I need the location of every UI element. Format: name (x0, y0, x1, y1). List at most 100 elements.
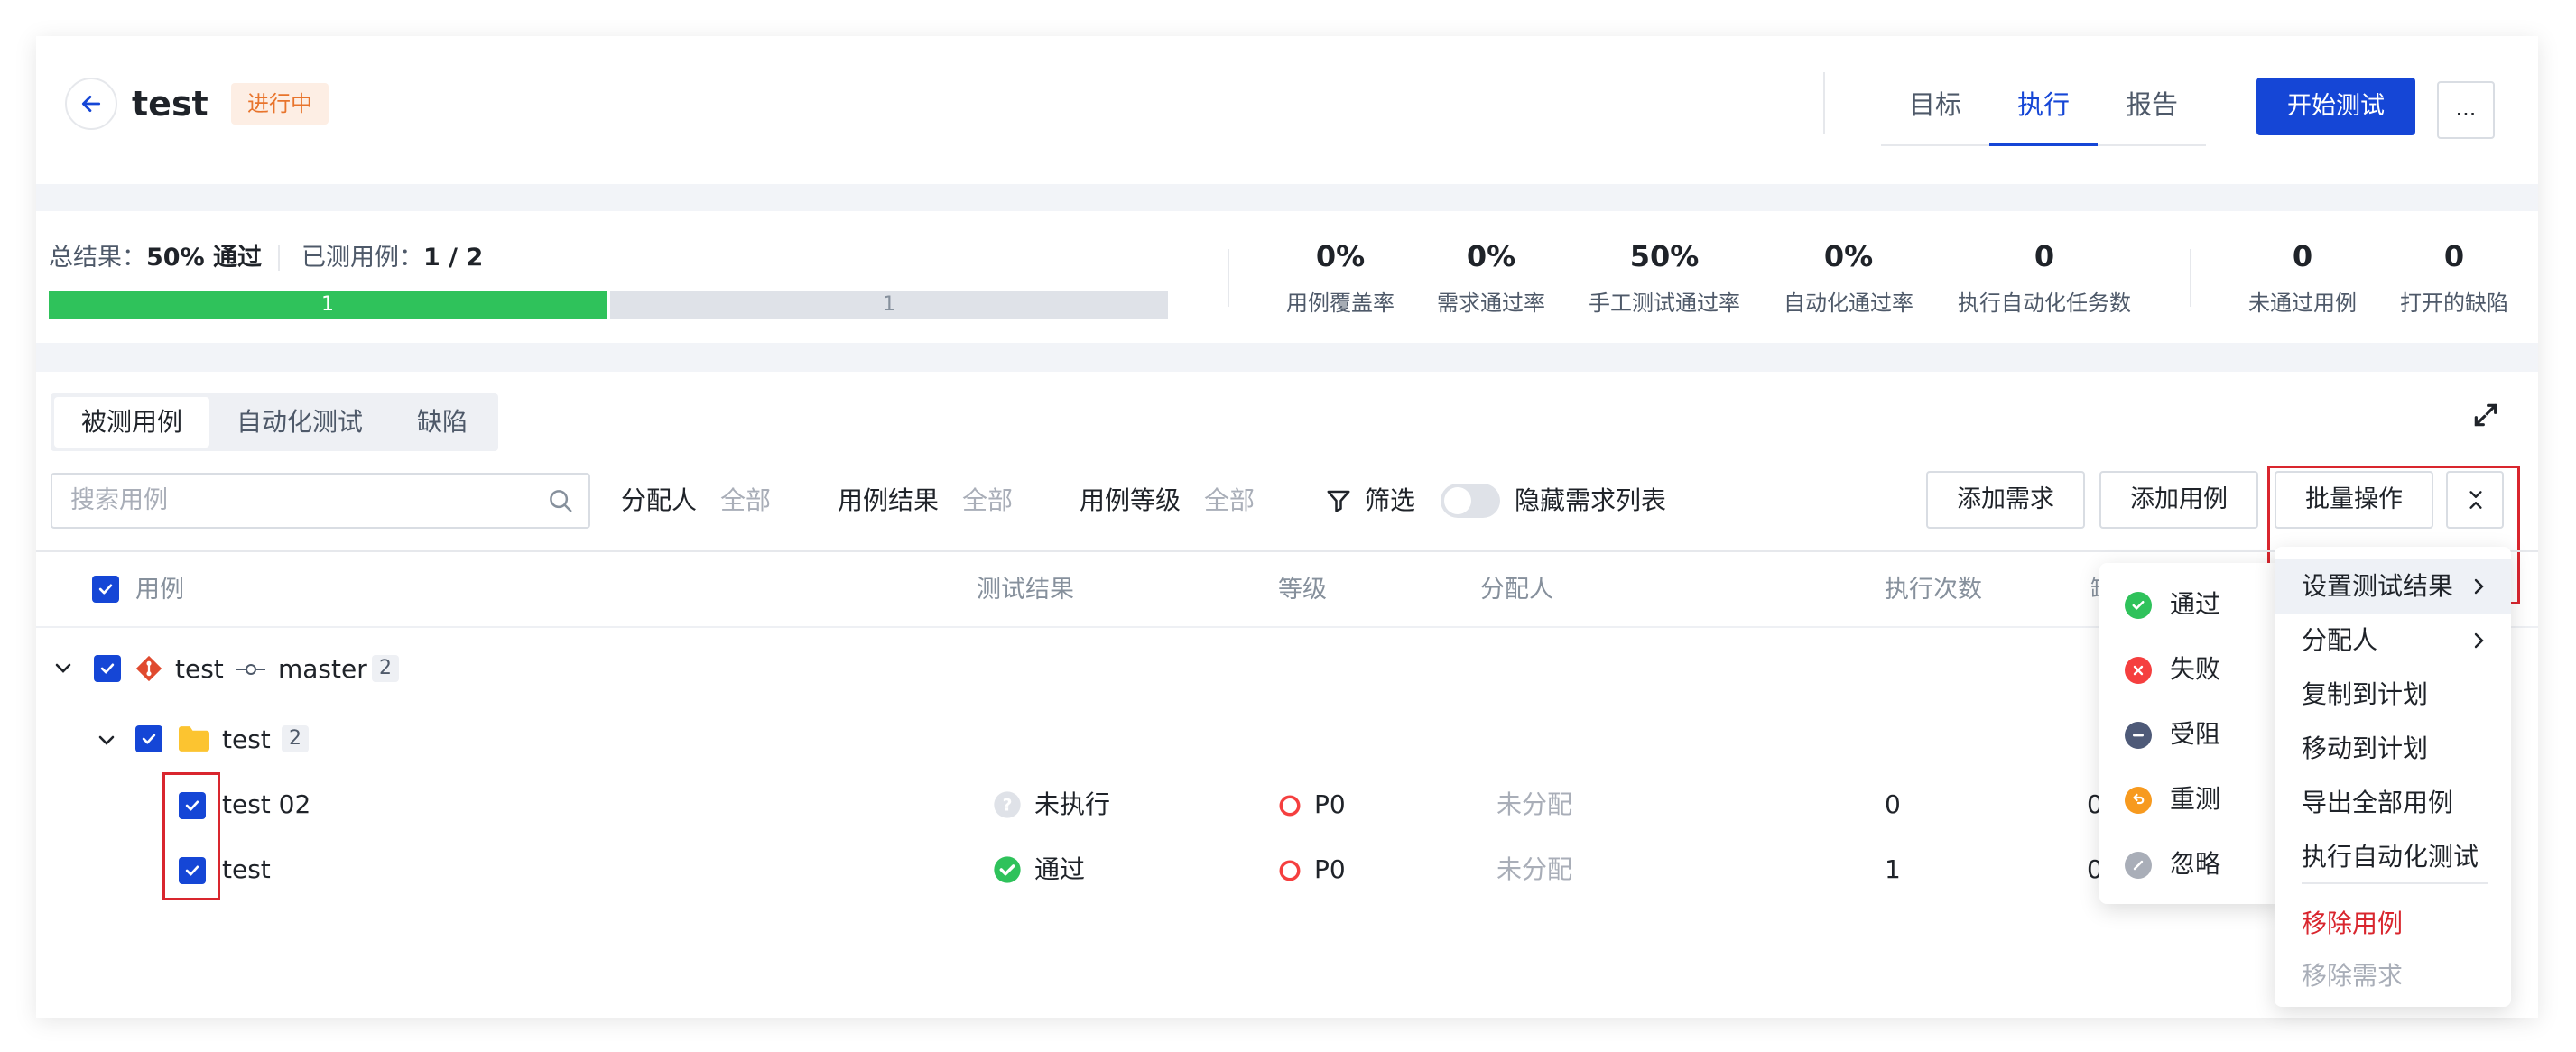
hide-requirements-toggle[interactable] (1441, 484, 1500, 518)
page-title: test (132, 84, 208, 124)
tab-goal[interactable]: 目标 (1881, 76, 1989, 144)
table-top-border (36, 550, 2538, 552)
search-icon[interactable] (547, 487, 574, 514)
case-result: 未执行 (1034, 789, 1111, 819)
add-requirement-button[interactable]: 添加需求 (1926, 471, 2085, 529)
case-level: P0 (1314, 854, 1346, 884)
more-button[interactable]: ... (2437, 81, 2495, 139)
metric-open-defects: 0 打开的缺陷 (2400, 239, 2508, 316)
status-badge: 进行中 (231, 83, 329, 125)
checkmark-icon (185, 865, 199, 876)
assignee-filter-label: 分配人 (621, 485, 698, 515)
filter-button[interactable]: 筛选 (1365, 484, 1415, 518)
folder-checkbox[interactable] (135, 725, 162, 752)
column-header-case[interactable]: 用例 (135, 572, 184, 608)
menu-divider (2302, 882, 2488, 884)
folder-name[interactable]: test (222, 722, 271, 758)
menu-item-export-all[interactable]: 导出全部用例 (2275, 776, 2511, 830)
assignee-filter-value[interactable]: 全部 (720, 484, 771, 518)
progress-rest-segment: 1 (610, 291, 1168, 319)
batch-operation-menu: 设置测试结果 分配人 复制到计划 移动到计划 导出全部用例 执行自动化测试 移除… (2275, 547, 2511, 1007)
metric-case-coverage: 0% 用例覆盖率 (1286, 239, 1395, 316)
result-option-ignore[interactable]: 忽略 (2099, 837, 2282, 891)
result-option-fail[interactable]: 失败 (2099, 642, 2282, 697)
x-circle-icon (2125, 657, 2152, 684)
checkmark-icon (100, 663, 115, 674)
level-filter-value[interactable]: 全部 (1204, 484, 1255, 518)
case-checkbox[interactable] (179, 857, 206, 884)
hide-requirements-label: 隐藏需求列表 (1515, 485, 1667, 515)
undo-circle-icon (2125, 787, 2152, 814)
repo-count-badge: 2 (372, 655, 399, 682)
metric-requirement-pass-rate: 0% 需求通过率 (1437, 239, 1545, 316)
tab-defects[interactable]: 缺陷 (390, 397, 495, 448)
select-all-checkbox[interactable] (92, 576, 119, 603)
section-gap (36, 343, 2538, 372)
git-repo-icon (135, 655, 162, 682)
section-gap (36, 184, 2538, 211)
result-option-blocked[interactable]: 受阻 (2099, 707, 2282, 761)
tab-tested-cases[interactable]: 被测用例 (54, 397, 210, 448)
tab-automation[interactable]: 自动化测试 (209, 397, 390, 448)
chevron-right-icon (2474, 578, 2484, 595)
menu-item-assignee[interactable]: 分配人 (2275, 614, 2511, 668)
back-button[interactable] (65, 78, 117, 130)
progress-pass-segment: 1 (49, 291, 607, 319)
metric-auto-task-count: 0 执行自动化任务数 (1958, 239, 2131, 316)
priority-circle-icon (1279, 860, 1301, 881)
result-filter-value[interactable]: 全部 (962, 484, 1013, 518)
menu-item-move-to-plan[interactable]: 移动到计划 (2275, 722, 2511, 776)
branch-name: master (278, 654, 367, 684)
chevron-right-icon (2474, 632, 2484, 649)
result-progress-bar: 1 1 (49, 291, 1168, 319)
case-name[interactable]: test 02 (222, 787, 310, 823)
start-test-button[interactable]: 开始测试 (2256, 78, 2415, 135)
menu-item-remove-cases[interactable]: 移除用例 (2275, 897, 2511, 951)
search-input[interactable]: 搜索用例 (51, 473, 590, 529)
level-filter-label: 用例等级 (1080, 485, 1181, 515)
case-exec-count: 0 (1885, 789, 1901, 819)
priority-circle-icon (1279, 795, 1301, 817)
column-header-level[interactable]: 等级 (1278, 572, 1327, 608)
total-result-value: 50% 通过 (146, 244, 263, 272)
summary-divider (278, 245, 280, 271)
total-result: 总结果：50% 通过 (49, 244, 263, 272)
column-header-result[interactable]: 测试结果 (977, 572, 1074, 608)
add-case-button[interactable]: 添加用例 (2099, 471, 2258, 529)
folder-icon (179, 726, 209, 752)
repo-name[interactable]: test (175, 651, 224, 687)
chevron-down-icon[interactable] (96, 729, 117, 751)
metrics-divider (1228, 249, 1229, 307)
set-result-submenu: 通过 失败 受阻 重测 忽略 (2099, 563, 2282, 904)
search-placeholder: 搜索用例 (70, 486, 168, 514)
filter-icon[interactable] (1325, 487, 1352, 514)
check-circle-icon (994, 856, 1021, 883)
case-assignee[interactable]: 未分配 (1496, 852, 1572, 888)
result-filter-label: 用例结果 (838, 485, 940, 515)
repo-checkbox[interactable] (94, 655, 121, 682)
menu-item-set-result[interactable]: 设置测试结果 (2275, 559, 2511, 614)
column-header-exec-count[interactable]: 执行次数 (1885, 572, 1982, 608)
result-option-pass[interactable]: 通过 (2099, 577, 2282, 632)
menu-item-copy-to-plan[interactable]: 复制到计划 (2275, 668, 2511, 722)
column-header-assignee[interactable]: 分配人 (1480, 572, 1553, 608)
expand-icon[interactable] (2471, 401, 2500, 429)
tab-execute[interactable]: 执行 (1989, 76, 2098, 146)
menu-item-run-automation[interactable]: 执行自动化测试 (2275, 830, 2511, 884)
metrics-divider (2190, 249, 2191, 307)
content-tabs: 被测用例 自动化测试 缺陷 (51, 393, 499, 451)
svg-text:?: ? (1003, 797, 1013, 816)
case-name[interactable]: test (222, 852, 271, 888)
case-level: P0 (1314, 789, 1346, 819)
metric-manual-pass-rate: 50% 手工测试通过率 (1589, 239, 1740, 316)
tab-report[interactable]: 报告 (2098, 76, 2206, 144)
menu-item-remove-requirements[interactable]: 移除需求 (2275, 949, 2511, 1003)
check-circle-icon (2125, 592, 2152, 619)
case-assignee[interactable]: 未分配 (1496, 787, 1572, 823)
case-checkbox[interactable] (179, 792, 206, 819)
question-circle-icon: ? (994, 791, 1021, 818)
tested-cases: 已测用例：1 / 2 (301, 244, 484, 272)
case-exec-count: 1 (1885, 854, 1901, 884)
chevron-down-icon[interactable] (52, 657, 74, 678)
result-option-retest[interactable]: 重测 (2099, 772, 2282, 826)
